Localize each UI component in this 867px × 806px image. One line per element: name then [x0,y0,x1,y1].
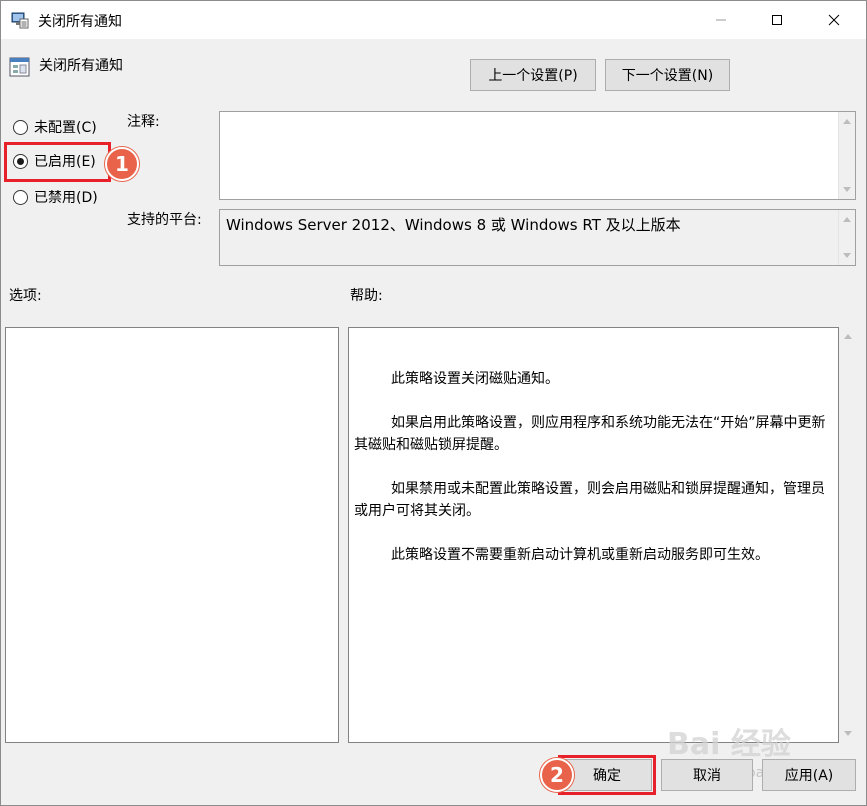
minimize-icon [716,19,726,21]
apply-button[interactable]: 应用(A) [762,759,856,791]
cancel-button[interactable]: 取消 [661,759,753,791]
close-button[interactable] [811,1,857,39]
radio-disabled[interactable]: 已禁用(D) [13,187,98,207]
radio-disabled-label: 已禁用(D) [34,190,98,206]
next-setting-button[interactable]: 下一个设置(N) [605,59,730,91]
group-policy-dialog: 关闭所有通知 关闭所有通知 上一个设置(P) 下一个设置(N) 未配置(C) 已… [0,0,867,806]
comment-label: 注释: [127,114,160,130]
close-icon [828,14,840,26]
help-pane[interactable]: 此策略设置关闭磁贴通知。 如果启用此策略设置，则应用程序和系统功能无法在“开始”… [348,327,839,743]
step-badge-2: 2 [540,758,574,792]
platform-label: 支持的平台: [127,212,202,228]
radio-not-configured-circle[interactable] [13,119,28,135]
help-text: 此策略设置关闭磁贴通知。 如果启用此策略设置，则应用程序和系统功能无法在“开始”… [354,368,832,588]
help-label: 帮助: [350,288,383,304]
scroll-up-arrow-icon[interactable] [843,119,851,124]
scroll-up-arrow-icon[interactable] [844,334,852,339]
setting-name: 关闭所有通知 [39,58,123,74]
radio-disabled-circle[interactable] [13,189,28,205]
setting-icon [9,56,31,78]
policy-settings-icon [11,11,29,29]
scroll-down-arrow-icon[interactable] [843,187,851,192]
help-paragraph: 如果禁用或未配置此策略设置，则会启用磁贴和锁屏提醒通知，管理员或用户可将其关闭。 [354,481,825,519]
comment-scrollbar[interactable] [838,112,855,199]
title-bar: 关闭所有通知 [1,1,866,39]
radio-not-configured-label: 未配置(C) [34,120,97,136]
maximize-button[interactable] [754,1,800,39]
options-pane[interactable] [5,327,339,743]
help-paragraph: 此策略设置不需要重新启动计算机或重新启动服务即可生效。 [391,547,769,563]
window-title: 关闭所有通知 [38,14,122,30]
platform-field: Windows Server 2012、Windows 8 或 Windows … [219,209,856,266]
minimize-button[interactable] [698,1,744,39]
comment-textarea[interactable] [219,111,856,200]
scroll-down-arrow-icon[interactable] [844,731,852,736]
options-label: 选项: [9,288,42,304]
platform-scrollbar[interactable] [838,210,855,265]
baidu-watermark: Bai 经验 [667,727,791,762]
scroll-up-arrow-icon[interactable] [843,217,851,222]
radio-not-configured[interactable]: 未配置(C) [13,117,97,137]
enabled-highlight-box [4,142,111,182]
step-badge-1: 1 [105,147,139,181]
scroll-down-arrow-icon[interactable] [843,253,851,258]
previous-setting-button[interactable]: 上一个设置(P) [470,59,596,91]
help-paragraph: 此策略设置关闭磁贴通知。 [391,371,559,387]
platform-value: Windows Server 2012、Windows 8 或 Windows … [226,216,681,234]
help-scrollbar[interactable] [840,327,857,743]
help-paragraph: 如果启用此策略设置，则应用程序和系统功能无法在“开始”屏幕中更新其磁贴和磁贴锁屏… [354,415,826,453]
maximize-icon [772,15,782,25]
